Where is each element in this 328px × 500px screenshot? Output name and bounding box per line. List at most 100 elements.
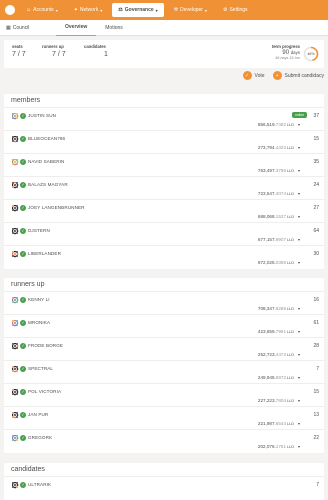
account-name[interactable]: MRONIKA [28,320,50,325]
account-name[interactable]: GREGORK [28,435,52,440]
account-name[interactable]: SPECTRAL [28,366,53,371]
balance-unit: LLD [287,330,294,334]
chevron-down-icon[interactable]: ▾ [298,329,300,334]
table-row[interactable]: ✓ MRONIKA 61 423,659.7961LLD ▾ [4,315,324,338]
table-row[interactable]: ✓ LIBERLANDER 30 972,025.0388LLD ▾ [4,246,324,269]
chevron-down-icon[interactable]: ▾ [298,444,300,449]
avatar[interactable] [11,250,19,258]
account-name[interactable]: POL VICTORIA [28,389,61,394]
chevron-down-icon[interactable]: ▾ [298,260,300,265]
verified-icon: ✓ [20,228,26,234]
balance-value: 423,659.7961LLD [258,329,294,334]
balance-value: 273,794.4323LLD [258,145,294,150]
balance-decimal: 0388 [275,260,287,265]
nav-item-governance[interactable]: ⚖ Governance ▾ [112,3,164,17]
balance-decimal: 8286 [275,306,287,311]
tab-overview[interactable]: Overview [56,20,97,36]
avatar[interactable] [11,112,19,120]
account-name[interactable]: FRODE BORGE [28,343,63,348]
table-row[interactable]: ✓ JAN PUR 13 221,987.6544LLD ▾ [4,407,324,430]
avatar[interactable] [11,319,19,327]
chevron-down-icon[interactable]: ▾ [298,421,300,426]
table-row[interactable]: ✓ KENNY LI 16 708,347.8286LLD ▾ [4,292,324,315]
avatar[interactable] [11,135,19,143]
vote-count: 16 [313,297,319,303]
table-row[interactable]: ✓ GREGORK 22 202,076.1751LLD ▾ [4,430,324,453]
nav-item-developer[interactable]: ⚒ Developer ▾ [168,3,213,17]
vote-count: 37 [313,113,319,119]
table-row[interactable]: ✓ BLUEOCEAN786 15 273,794.4323LLD ▾ [4,131,324,154]
table-row[interactable]: ✓ JUSTIN SUN online 37 856,519.7492LLD ▾ [4,108,324,131]
chevron-down-icon[interactable]: ▾ [298,191,300,196]
table-row[interactable]: ✓ SPECTRAL 7 249,945.6972LLD ▾ [4,361,324,384]
avatar[interactable] [11,227,19,235]
nav-item-settings[interactable]: ⚙ Settings [217,3,254,17]
avatar[interactable] [11,434,19,442]
verified-icon: ✓ [20,251,26,257]
account-name[interactable]: KENNY LI [28,297,50,302]
avatar[interactable] [11,181,19,189]
balance-value: 723,547.4074LLD [258,191,294,196]
chevron-down-icon[interactable]: ▾ [298,237,300,242]
table-row[interactable]: ✓ POL VICTORIA 15 227,223.7804LLD ▾ [4,384,324,407]
table-row[interactable]: ✓ JOEY LANGENBRUNNER 27 688,068.1527LLD ▾ [4,200,324,223]
balance-decimal: 1527 [275,214,287,219]
account-name[interactable]: JUSTIN SUN [28,113,56,118]
nav-item-network[interactable]: ✦ Network ▾ [68,3,109,17]
account-name[interactable]: JAN PUR [28,412,48,417]
vote-count: 61 [313,320,319,326]
account-name[interactable]: BLUEOCEAN786 [28,136,65,141]
avatar[interactable] [11,342,19,350]
sub-navbar: ▦ Council Overview Motions [0,20,328,36]
chevron-down-icon[interactable]: ▾ [298,306,300,311]
balance-value: 202,076.1751LLD [258,444,294,449]
balance-unit: LLD [287,146,294,150]
table-row[interactable]: ✓ BALAZS MAGYAR 24 723,547.4074LLD ▾ [4,177,324,200]
tab-motions[interactable]: Motions [96,20,132,36]
avatar[interactable] [11,204,19,212]
table-row[interactable]: ✓ ULTRARIK 7 [4,477,324,500]
account-name[interactable]: NAVID SABERIN [28,159,64,164]
balance-decimal: 4472 [275,352,287,357]
table-row[interactable]: ✓ NAVID SABERIN 35 763,497.3756LLD ▾ [4,154,324,177]
account-name[interactable]: DJSTERN [28,228,50,233]
account-name[interactable]: JOEY LANGENBRUNNER [28,205,85,210]
chevron-down-icon[interactable]: ▾ [298,122,300,127]
avatar[interactable] [11,411,19,419]
chevron-down-icon: ▾ [155,7,158,13]
network-icon: ✦ [73,7,78,13]
account-name[interactable]: BALAZS MAGYAR [28,182,68,187]
avatar[interactable] [11,296,19,304]
balance-value: 677,157.9907LLD [258,237,294,242]
balance-unit: LLD [287,353,294,357]
table-row[interactable]: ✓ FRODE BORGE 28 252,723.4472LLD ▾ [4,338,324,361]
submit-candidacy-button[interactable]: + Submit candidacy [272,71,324,80]
governance-icon: ⚖ [118,7,123,13]
balance-integer: 221,987. [257,421,276,426]
vote-button[interactable]: ✓ Vote [242,71,265,80]
account-name[interactable]: LIBERLANDER [28,251,61,256]
chevron-down-icon[interactable]: ▾ [298,375,300,380]
nav-item-accounts[interactable]: ☺ Accounts ▾ [20,3,64,17]
vote-count: 22 [313,435,319,441]
vote-count: 24 [313,182,319,188]
avatar[interactable] [11,158,19,166]
nav-item-label: Developer [180,7,203,13]
candidates-table: candidates ✓ ULTRARIK 7 [4,463,324,500]
vote-count: 35 [313,159,319,165]
avatar[interactable] [11,481,19,489]
chevron-down-icon[interactable]: ▾ [298,352,300,357]
chevron-down-icon[interactable]: ▾ [298,214,300,219]
table-row[interactable]: ✓ DJSTERN 64 677,157.9907LLD ▾ [4,223,324,246]
avatar[interactable] [11,388,19,396]
chevron-down-icon[interactable]: ▾ [298,145,300,150]
app-logo[interactable] [0,0,20,20]
chevron-down-icon[interactable]: ▾ [298,398,300,403]
balance-value: 708,347.8286LLD [258,306,294,311]
account-name[interactable]: ULTRARIK [28,482,51,487]
vote-count: 7 [316,482,319,488]
balance-decimal: 6972 [275,375,287,380]
breadcrumb[interactable]: ▦ Council [0,25,56,31]
avatar[interactable] [11,365,19,373]
chevron-down-icon[interactable]: ▾ [298,168,300,173]
